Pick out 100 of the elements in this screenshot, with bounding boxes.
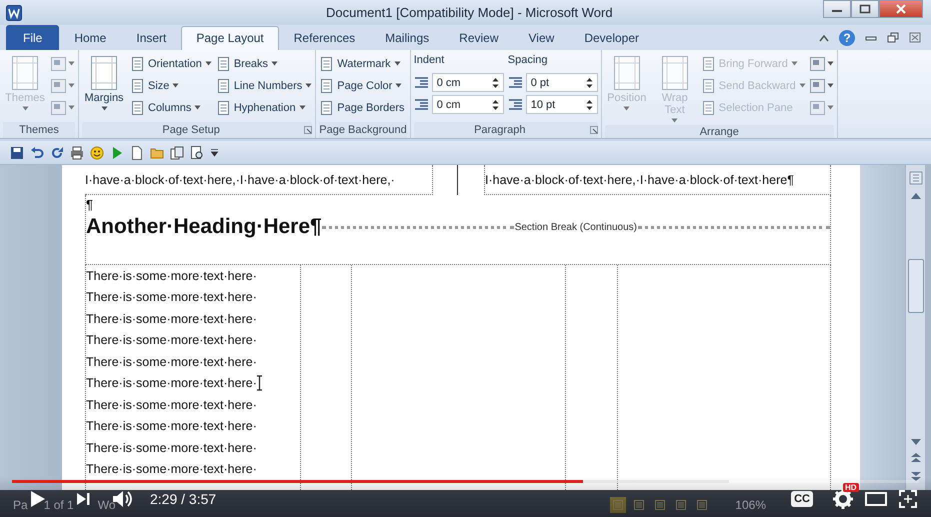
icon-button[interactable] [810, 54, 834, 73]
spinner-arrows-icon [492, 98, 499, 110]
page-view-icon [654, 498, 666, 510]
dialog-launcher-icon[interactable] [590, 126, 598, 134]
ribbon-button[interactable]: Line Numbers [216, 76, 312, 95]
caret-icon[interactable] [298, 105, 306, 110]
close-icon[interactable] [909, 32, 921, 43]
dialog-launcher-icon[interactable] [304, 126, 312, 134]
smiley-icon [90, 146, 104, 160]
ribbon-tab[interactable]: View [514, 26, 570, 50]
body-text: There·is·some·more·text·here· [86, 354, 257, 369]
play-button[interactable] [30, 490, 46, 508]
group-subheading: Spacing [508, 54, 549, 68]
ribbon-button[interactable]: Page Color [319, 76, 405, 95]
view-button[interactable] [610, 496, 626, 512]
square-icon [810, 78, 825, 92]
ribbon-button[interactable]: Margins [82, 54, 126, 113]
fullscreen-button[interactable] [899, 490, 917, 508]
previous-page-icon[interactable] [910, 453, 920, 463]
document-icon [130, 78, 145, 92]
body-text: There·is·some·more·text·here· [86, 312, 257, 326]
vertical-scrollbar[interactable] [905, 165, 925, 490]
restore-icon[interactable] [887, 32, 899, 43]
minimize-icon[interactable] [865, 34, 877, 42]
ribbon-button[interactable]: Orientation [130, 54, 212, 73]
collapse-ribbon-icon[interactable] [819, 34, 829, 42]
caret-icon[interactable] [305, 83, 312, 88]
play-icon [110, 146, 124, 160]
ribbon-tab[interactable]: Insert [121, 26, 182, 50]
paragraph-mark: ¶ [86, 196, 94, 214]
ribbon-button[interactable]: Page Borders [319, 98, 405, 117]
square-icon [810, 100, 825, 114]
spin-field[interactable]: 10 pt [526, 95, 598, 114]
toolbar-button[interactable] [130, 146, 144, 160]
zoom-level: 106% [735, 498, 766, 512]
ribbon-button[interactable]: Watermark [319, 54, 405, 73]
toolbar-button[interactable] [190, 146, 204, 160]
document-icon [216, 78, 231, 92]
caret-icon[interactable] [395, 83, 402, 88]
caret-icon[interactable] [204, 61, 212, 66]
spin-field[interactable]: 0 cm [432, 95, 504, 114]
caret-icon[interactable] [826, 61, 834, 66]
ribbon-tab[interactable]: References [278, 26, 370, 50]
ribbon-button[interactable]: Columns [130, 98, 212, 117]
ruler-toggle-icon[interactable] [908, 171, 922, 185]
scroll-thumb[interactable] [908, 259, 924, 313]
ribbon-button[interactable]: Size [130, 76, 212, 95]
toolbar-button[interactable] [10, 146, 24, 160]
settings-button[interactable] [833, 488, 853, 508]
body-text: I·have·a·block·of·text·here,·I·have·a·block·of·text·here,· [85, 172, 395, 186]
caret-icon[interactable] [194, 105, 202, 110]
theater-mode-button[interactable] [865, 492, 887, 506]
next-button[interactable] [76, 492, 90, 506]
caret-icon[interactable] [172, 83, 180, 88]
page-view-icon [675, 498, 688, 510]
document-icon [700, 100, 716, 114]
spin-field[interactable]: 0 cm [432, 73, 504, 92]
ribbon-button[interactable]: Hyphenation [216, 98, 312, 117]
maximize-button[interactable] [851, 0, 879, 18]
window-title: Document1 [Compatibility Mode] - Microsoft Word [326, 5, 613, 20]
page-icon [10, 56, 40, 90]
group-label: Page Setup [162, 124, 220, 136]
close-button[interactable] [879, 0, 923, 18]
progress-bar[interactable] [12, 480, 919, 483]
ribbon-tab[interactable]: Page Layout [181, 26, 279, 50]
group-label: Paragraph [474, 124, 526, 136]
spin-field[interactable]: 0 pt [526, 73, 598, 92]
file-tab[interactable]: File [6, 25, 60, 50]
toolbar-button[interactable] [70, 146, 84, 160]
word-app-icon[interactable] [6, 4, 22, 20]
toolbar-button[interactable] [170, 146, 184, 160]
document-icon [700, 78, 716, 92]
redo-icon [50, 146, 64, 160]
ribbon-tab[interactable]: Mailings [370, 26, 444, 50]
page-view-icon [612, 498, 624, 510]
indent-icon [508, 76, 523, 90]
minimize-button[interactable] [823, 0, 851, 18]
square-icon [810, 56, 825, 70]
document-icon [319, 56, 334, 70]
caret-icon[interactable] [271, 61, 278, 66]
document-icon [700, 56, 716, 70]
caret-icon[interactable] [100, 106, 108, 111]
square-icon [51, 56, 66, 70]
group-subheading: Indent [414, 54, 446, 68]
body-text: There·is·some·more·text·here· [86, 440, 257, 455]
help-icon[interactable]: ? [839, 30, 855, 46]
scroll-down-icon[interactable] [910, 439, 920, 445]
ribbon-tab[interactable]: Developer [569, 26, 654, 50]
toolbar-button[interactable] [90, 146, 104, 160]
ribbon-tab[interactable]: Review [444, 26, 514, 50]
group-label: Page Background [319, 124, 407, 136]
icon-button[interactable] [810, 76, 834, 95]
scroll-up-icon[interactable] [910, 193, 920, 199]
ribbon-button[interactable]: Breaks [216, 54, 312, 73]
new-document-icon [130, 146, 144, 160]
caret-icon[interactable] [394, 61, 401, 66]
ribbon-tab[interactable]: Home [59, 26, 122, 50]
caret-icon[interactable] [826, 83, 834, 88]
captions-button[interactable]: CC [791, 490, 813, 506]
customize-toolbar-icon[interactable] [210, 148, 219, 157]
